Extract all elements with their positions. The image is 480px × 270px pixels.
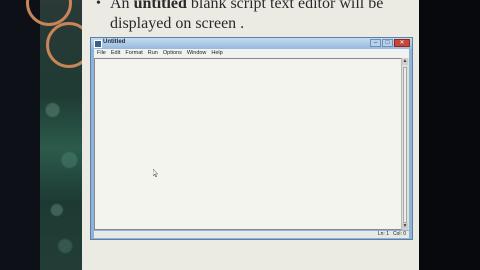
status-column: Col: 0 (392, 231, 406, 237)
slide-text-before: An (110, 0, 134, 12)
scrollbar-thumb[interactable] (403, 67, 407, 223)
close-button[interactable]: ✕ (394, 39, 410, 47)
menu-run[interactable]: Run (148, 49, 158, 58)
menu-format[interactable]: Format (125, 49, 142, 58)
presentation-slide: • An untitled blank script text editor wi… (82, 0, 419, 270)
window-controls: – □ ✕ (370, 39, 410, 47)
slide-text-bold: untitled (133, 0, 187, 12)
menu-help[interactable]: Help (211, 49, 222, 58)
menu-window[interactable]: Window (187, 49, 207, 58)
mouse-cursor-icon (153, 169, 158, 177)
scrollbar-track[interactable]: ▲ ▼ (401, 58, 409, 230)
scroll-up-arrow-icon[interactable]: ▲ (402, 58, 408, 65)
slide-decoration (26, 0, 92, 270)
menu-bar: File Edit Format Run Options Window Help (94, 49, 409, 58)
script-text-area[interactable] (94, 58, 409, 230)
window-titlebar[interactable]: Untitled – □ ✕ (91, 38, 412, 49)
status-bar: Ln: 1 Col: 0 (94, 231, 409, 238)
slide-bullet-text: • An untitled blank script text editor wi… (96, 0, 415, 34)
window-title: Untitled (103, 39, 126, 45)
decorative-texture (40, 70, 82, 270)
vertical-scrollbar[interactable]: ▲ ▼ (401, 58, 409, 230)
status-line: Ln: 1 (377, 231, 389, 237)
menu-options[interactable]: Options (163, 49, 182, 58)
window-app-icon (94, 40, 102, 48)
minimize-button[interactable]: – (370, 39, 381, 47)
bullet-glyph: • (96, 0, 101, 11)
scroll-down-arrow-icon[interactable]: ▼ (402, 223, 408, 230)
editor-window: Untitled – □ ✕ File Edit Format Run Opti… (90, 37, 413, 240)
maximize-button[interactable]: □ (382, 39, 393, 47)
screen-border (419, 0, 480, 270)
menu-edit[interactable]: Edit (111, 49, 120, 58)
menu-file[interactable]: File (97, 49, 106, 58)
